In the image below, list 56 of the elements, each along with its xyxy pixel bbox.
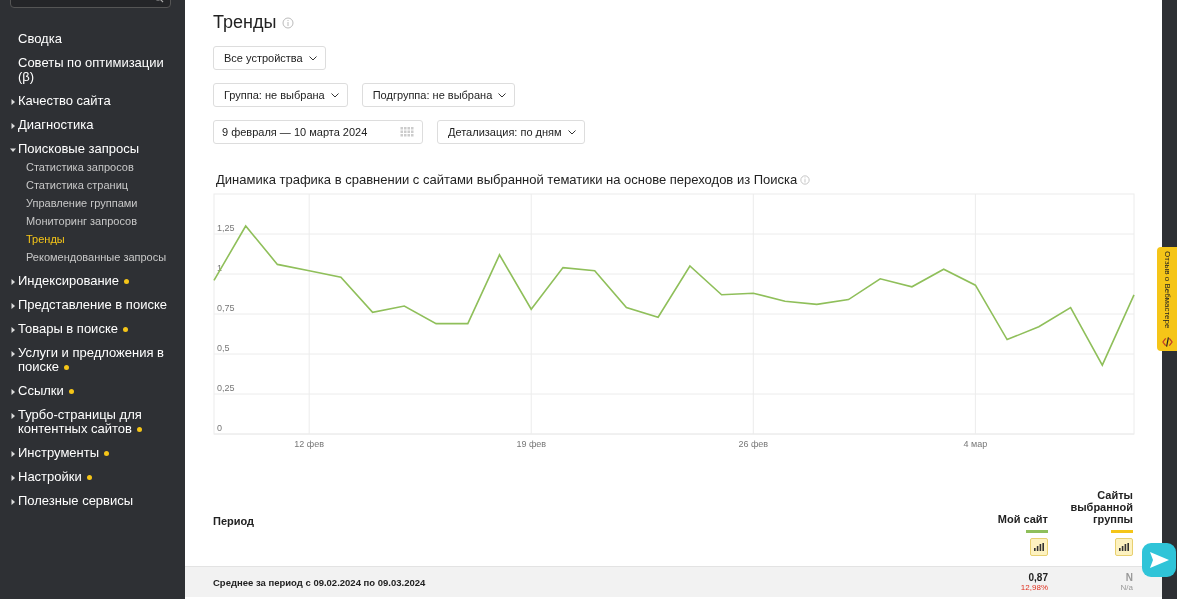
sidebar-subitem[interactable]: Управление группами (26, 197, 177, 210)
axis-tick-label: 26 фев (738, 439, 769, 449)
value-cell: N (1125, 572, 1133, 583)
sidebar-subitem[interactable]: Рекомендованные запросы (26, 251, 177, 264)
feedback-tab[interactable]: Отзыв о Вебмастере (1157, 247, 1177, 351)
bar-chart-icon (1034, 543, 1044, 551)
change-value: N/a (1120, 583, 1133, 592)
sidebar-subitem[interactable]: Тренды (26, 233, 177, 246)
sidebar-item[interactable]: Индексирование (18, 274, 130, 288)
sidebar-subitem[interactable]: Мониторинг запросов (26, 215, 177, 228)
period-cell-text: Среднее за период с 09.02.2024 по 09.03.2024 (213, 576, 427, 588)
axis-tick-label: 0,5 (217, 343, 230, 353)
sidebar-item[interactable]: Поисковые запросы (18, 142, 140, 156)
chart-toggle-button[interactable] (1115, 538, 1133, 556)
chart-toggle-button[interactable] (1030, 538, 1048, 556)
sidebar-item[interactable]: Качество сайта (18, 94, 111, 108)
sidebar-item[interactable]: Ссылки (18, 384, 74, 398)
code-icon (1161, 337, 1173, 347)
dropdown-button[interactable]: Подгруппа: не выбрана (361, 83, 516, 107)
change-value: 12,98% (1020, 583, 1048, 592)
sidebar-item[interactable]: Советы по оптимизации (β) (18, 56, 177, 84)
dropdown-button[interactable]: Детализация: по дням (437, 120, 585, 144)
chevron-down-icon (498, 92, 507, 98)
calendar-icon (400, 127, 414, 137)
sidebar-item[interactable]: Услуги и предложения в поиске (18, 346, 177, 374)
chat-button[interactable] (1142, 543, 1176, 577)
axis-tick-label: 0,75 (217, 303, 235, 313)
axis-tick-label: 1,25 (217, 223, 235, 233)
bar-chart-icon (1119, 543, 1129, 551)
chevron-down-icon (308, 55, 317, 61)
axis-tick-label: 4 мар (963, 439, 988, 449)
column-header: Сайты выбранной группы (1069, 489, 1133, 525)
axis-tick-label: 12 фев (294, 439, 324, 449)
sidebar-item[interactable]: Полезные сервисы (18, 494, 134, 508)
date-range-field[interactable]: 9 февраля — 10 марта 2024 (213, 120, 423, 144)
chart-title: Динамика трафика в сравнении с сайтами выбранной тематики на основе переходов из Поиска (216, 172, 798, 187)
sidebar-subitem[interactable]: Статистика страниц (26, 179, 177, 192)
dropdown-button[interactable]: Группа: не выбрана (213, 83, 348, 107)
sidebar-item[interactable]: Инструменты (18, 446, 110, 460)
sidebar-item[interactable]: Представление в поиске (18, 298, 167, 312)
column-header: Период (213, 515, 256, 527)
axis-tick-label: 0 (217, 423, 222, 433)
page-title: Тренды (213, 12, 277, 33)
axis-tick-label: 19 фев (516, 439, 547, 449)
sidebar-subitem[interactable]: Статистика запросов (26, 161, 177, 174)
chevron-down-icon (330, 92, 339, 98)
sidebar-item[interactable]: Настройки (18, 470, 92, 484)
value-cell: 0,87 (1028, 572, 1048, 583)
sidebar-item[interactable]: Диагностика (18, 118, 94, 132)
axis-tick-label: 0,25 (217, 383, 235, 393)
column-header: Мой сайт (997, 513, 1048, 525)
sidebar-item[interactable]: Товары в поиске (18, 322, 128, 336)
sidebar-item[interactable]: Турбо-страницы для контентных сайтов (18, 408, 177, 436)
dropdown-button[interactable]: Все устройства (213, 46, 326, 70)
chevron-down-icon (567, 129, 576, 135)
sidebar-item[interactable]: Сводка (18, 32, 62, 46)
